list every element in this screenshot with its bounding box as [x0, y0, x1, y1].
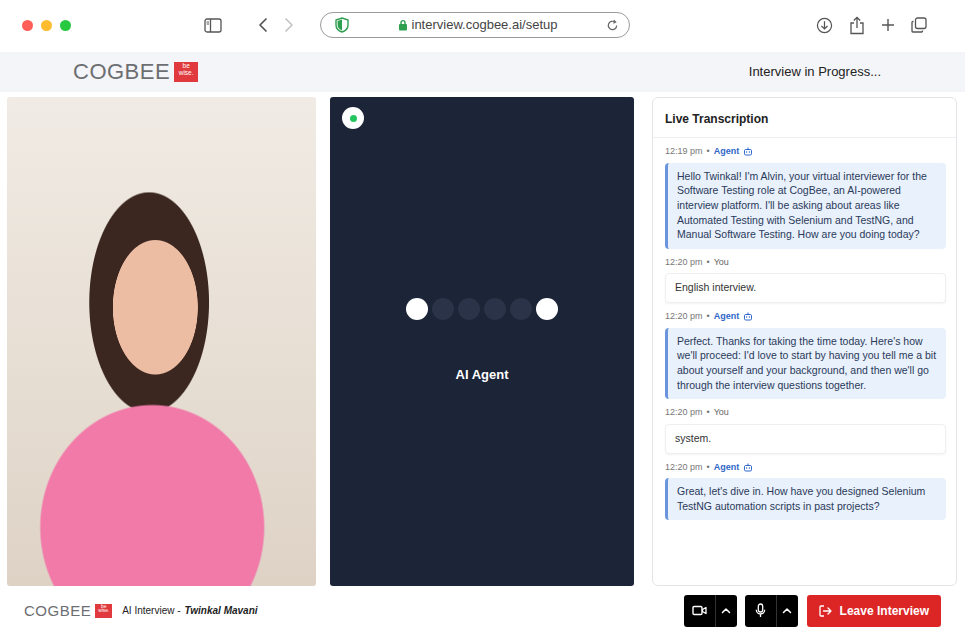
pulse-dot — [484, 298, 506, 320]
forward-icon — [284, 17, 294, 33]
transcript-message: 12:20 pm • Agent Great, let's dive in. How … — [665, 461, 946, 521]
message-speaker: Agent — [714, 145, 740, 159]
transcript-message: 12:19 pm • Agent Hello Twinkal! I'm Alvin, … — [665, 145, 946, 249]
app-header: COGBEE be wise. Interview in Progress... — [0, 52, 965, 92]
footer-bar: COGBEE be wise. AI Interview - Twinkal Ma… — [0, 586, 965, 635]
agent-label: AI Agent — [456, 365, 509, 385]
chevron-up-icon — [721, 607, 731, 614]
call-controls: Leave Interview — [676, 595, 941, 627]
pulse-dot — [406, 298, 428, 320]
message-meta: 12:20 pm • You — [665, 256, 946, 270]
transcription-title: Live Transcription — [653, 98, 956, 138]
window-controls — [0, 20, 204, 31]
camera-button[interactable] — [684, 595, 716, 627]
cogbee-logo[interactable]: COGBEE be wise. — [73, 61, 198, 83]
interview-title: AI Interview - Twinkal Mavani — [122, 603, 257, 618]
back-icon[interactable] — [258, 17, 268, 33]
message-speaker: Agent — [714, 461, 740, 475]
message-speaker: You — [714, 256, 729, 270]
message-separator: • — [707, 406, 710, 420]
close-dot[interactable] — [22, 20, 33, 31]
footer-logo-tag: be wise. — [95, 604, 112, 618]
reload-icon[interactable] — [606, 19, 619, 32]
leave-interview-button[interactable]: Leave Interview — [807, 595, 941, 627]
zoom-dot[interactable] — [60, 20, 71, 31]
interview-label: AI Interview - — [122, 605, 180, 616]
pulse-dot — [510, 298, 532, 320]
message-meta: 12:20 pm • Agent — [665, 461, 946, 475]
message-bubble: Perfect. Thanks for taking the time toda… — [665, 328, 946, 400]
message-meta: 12:20 pm • Agent — [665, 310, 946, 324]
robot-icon — [743, 147, 753, 156]
footer-logo-text: COGBEE — [24, 603, 91, 618]
message-separator: • — [707, 256, 710, 270]
message-separator: • — [707, 310, 710, 324]
message-time: 12:20 pm — [665, 406, 703, 420]
message-time: 12:20 pm — [665, 256, 703, 270]
message-bubble: Great, let's dive in. How have you desig… — [665, 478, 946, 520]
download-icon[interactable] — [816, 17, 833, 34]
camera-control — [684, 595, 737, 627]
address-bar[interactable]: interview.cogbee.ai/setup — [320, 12, 630, 38]
mic-button[interactable] — [745, 595, 777, 627]
live-indicator — [342, 107, 364, 129]
camera-options-button[interactable] — [715, 595, 737, 627]
message-separator: • — [707, 145, 710, 159]
transcription-panel: Live Transcription 12:19 pm • Agent Hello T… — [652, 97, 957, 586]
transcript-message: 12:20 pm • Agent Perfect. Thanks for taking… — [665, 310, 946, 399]
mic-icon — [755, 603, 766, 618]
message-speaker: Agent — [714, 310, 740, 324]
robot-icon — [743, 463, 753, 472]
message-speaker: You — [714, 406, 729, 420]
message-meta: 12:20 pm • You — [665, 406, 946, 420]
logo-tag: be wise. — [174, 62, 198, 82]
transcription-list: 12:19 pm • Agent Hello Twinkal! I'm Alvin, … — [653, 138, 956, 585]
message-time: 12:20 pm — [665, 310, 703, 324]
interview-stage: AI Agent Live Transcription 12:19 pm • Age… — [0, 97, 965, 586]
new-tab-icon[interactable] — [881, 18, 895, 32]
pulse-dot — [432, 298, 454, 320]
speaking-indicator — [406, 298, 558, 320]
leave-label: Leave Interview — [840, 602, 929, 620]
pulse-dot — [536, 298, 558, 320]
footer-logo: COGBEE be wise. — [24, 603, 112, 618]
message-bubble: Hello Twinkal! I'm Alvin, your virtual i… — [665, 163, 946, 249]
minimize-dot[interactable] — [41, 20, 52, 31]
candidate-name: Twinkal Mavani — [185, 605, 258, 616]
candidate-video — [7, 97, 316, 586]
live-dot — [350, 115, 357, 122]
tabs-overview-icon[interactable] — [911, 17, 927, 33]
chevron-up-icon — [782, 607, 792, 614]
shield-icon[interactable] — [335, 17, 349, 33]
message-time: 12:20 pm — [665, 461, 703, 475]
mic-options-button[interactable] — [776, 595, 798, 627]
logo-text: COGBEE — [73, 61, 170, 83]
history-nav — [258, 17, 320, 33]
message-meta: 12:19 pm • Agent — [665, 145, 946, 159]
interview-status: Interview in Progress... — [749, 62, 881, 82]
message-separator: • — [707, 461, 710, 475]
lock-icon — [398, 19, 408, 31]
sidebar-icon[interactable] — [204, 18, 222, 33]
browser-toolbar: interview.cogbee.ai/setup — [0, 0, 965, 50]
transcript-message: 12:20 pm • You English interview. — [665, 256, 946, 303]
share-icon[interactable] — [849, 16, 865, 35]
pulse-dot — [458, 298, 480, 320]
message-time: 12:19 pm — [665, 145, 703, 159]
ai-agent-tile: AI Agent — [330, 97, 634, 586]
transcript-message: 12:20 pm • You system. — [665, 406, 946, 453]
exit-icon — [819, 605, 832, 617]
message-bubble: system. — [665, 424, 946, 454]
url-text[interactable]: interview.cogbee.ai/setup — [412, 15, 558, 35]
robot-icon — [743, 312, 753, 321]
message-bubble: English interview. — [665, 273, 946, 303]
mic-control — [745, 595, 798, 627]
camera-icon — [692, 605, 707, 616]
